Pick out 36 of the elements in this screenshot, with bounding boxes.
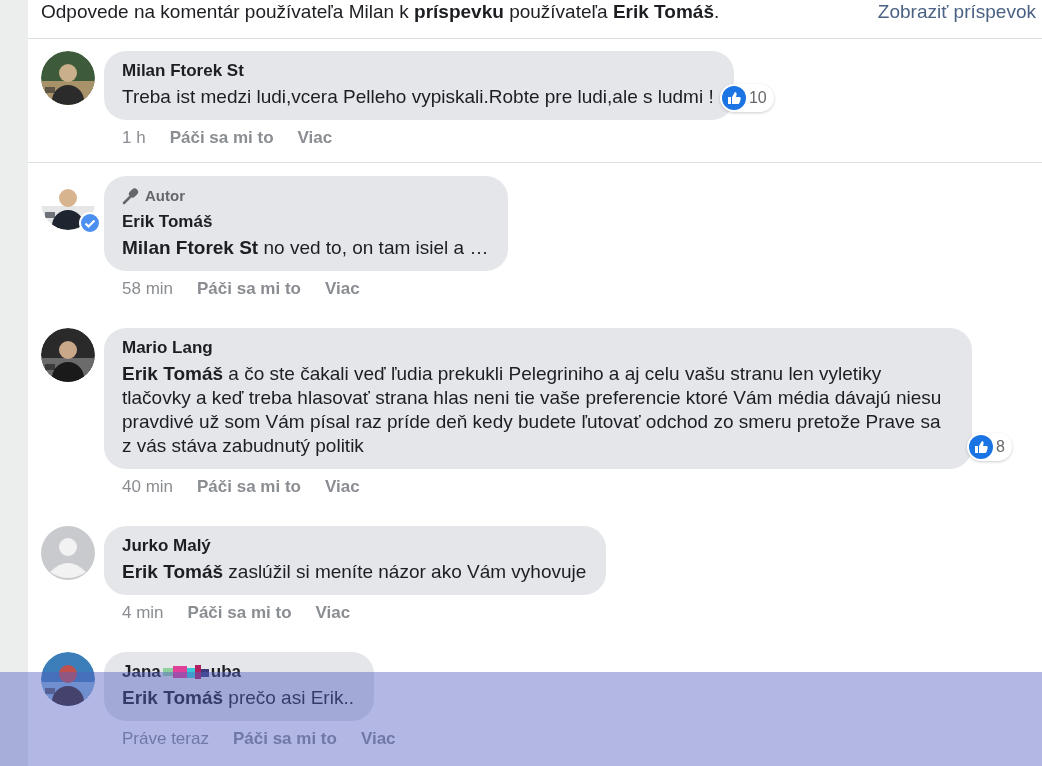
more-link[interactable]: Viac (324, 476, 360, 497)
more-link[interactable]: Viac (315, 602, 351, 623)
like-link[interactable]: Páči sa mi to (232, 728, 337, 749)
comment-text: Erik Tomáš a čo ste čakali veď ľudia prekukli Pelegriniho a aj celu vašu stranu len vyletiky tlačovky a keď treba hlasovať strana hlas neni tie vaše preferencie ktoré Vám média dávajú niesu pravdivé už som Vám písal raz príde deň kedy budete ľutovať odchod zo smeru pretože Prave sa z vás stáva zabudnutý politik (122, 361, 943, 458)
like-icon (721, 86, 746, 110)
default-avatar-icon (41, 525, 95, 580)
comment-time: 1 h (122, 128, 146, 148)
like-link[interactable]: Páči sa mi to (187, 602, 292, 623)
microphone-icon (122, 187, 140, 206)
author-label: Autor (145, 186, 185, 206)
commenter-name[interactable]: Jurko Malý (122, 534, 211, 557)
comment-time: Práve teraz (122, 728, 209, 749)
more-link[interactable]: Viac (297, 128, 333, 148)
comment-time: 40 min (122, 476, 174, 497)
view-post-link[interactable]: Zobraziť príspevok (877, 0, 1036, 23)
like-link[interactable]: Páči sa mi to (197, 476, 301, 497)
commenter-name[interactable]: Erik Tomáš (122, 210, 213, 233)
commenter-name-fragment: uba (210, 660, 241, 683)
more-link[interactable]: Viac (324, 278, 360, 299)
commenter-name[interactable]: Milan Ftorek St (122, 60, 244, 82)
like-icon (969, 434, 994, 459)
like-link[interactable]: Páči sa mi to (169, 128, 274, 148)
commenter-name[interactable]: Mario Lang (122, 336, 213, 359)
comment-text: Erik Tomáš zaslúžil si meníte názor ako Vám vyhovuje (122, 559, 587, 584)
comment-time: 4 min (122, 602, 164, 623)
more-link[interactable]: Viac (360, 728, 396, 749)
reaction-count[interactable]: 10 (719, 84, 774, 112)
like-link[interactable]: Páči sa mi to (197, 278, 301, 299)
header-text: Odpovede na komentár používateľa Milan k príspevku používateľa Erik Tomáš. (41, 0, 720, 23)
comment-time: 58 min (122, 278, 174, 299)
comment-text: Milan Ftorek St no ved to, on tam isiel a … (122, 235, 489, 260)
commenter-name[interactable]: Jana (122, 660, 161, 683)
comment-text: Erik Tomáš prečo asi Erik.. (122, 685, 354, 710)
comment-text: Treba ist medzi ludi,vcera Pelleho vypiskali.Robte pre ludi,ale s ludmi ! (122, 85, 714, 109)
glitch-drawing (162, 663, 209, 680)
reaction-count[interactable]: 8 (967, 432, 1012, 461)
